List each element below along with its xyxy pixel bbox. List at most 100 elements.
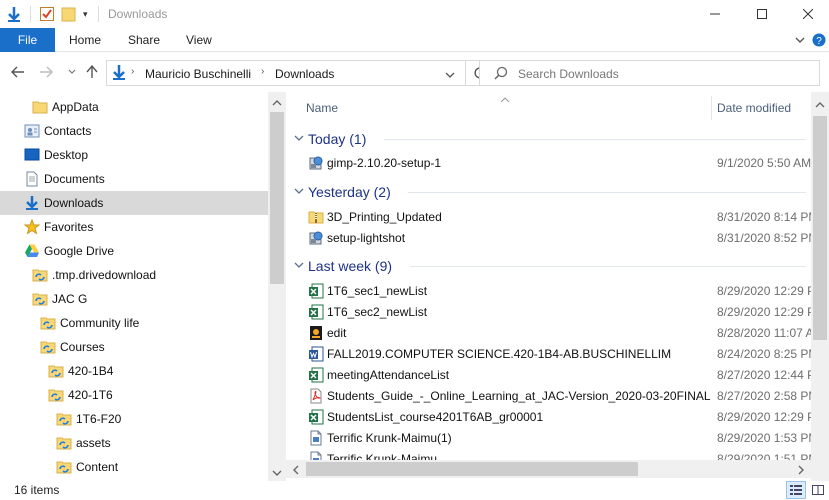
file-date-modified: 8/28/2020 11:07 AM (717, 326, 824, 340)
file-name: gimp-2.10.20-setup-1 (327, 156, 442, 170)
file-row[interactable]: StudentsList_course4201T6AB_gr00001 8/29/… (306, 407, 825, 428)
recent-locations-button[interactable] (62, 62, 82, 82)
file-date-modified: 8/29/2020 12:29 PM (717, 410, 826, 424)
sidebar-item-label: .tmp.drivedownload (52, 268, 157, 282)
file-row[interactable]: 1T6_sec2_newList 8/29/2020 12:29 PM (306, 302, 825, 323)
file-name: meetingAttendanceList (327, 368, 450, 382)
sidebar-item-1t6-f20[interactable]: 1T6-F20 (0, 407, 268, 431)
scroll-left-icon[interactable] (292, 464, 300, 478)
file-date-modified: 8/29/2020 12:29 PM (717, 284, 826, 298)
sidebar-item-label: 420-1B4 (68, 364, 114, 378)
file-list-hscrollbar[interactable] (286, 460, 811, 478)
group-divider (410, 266, 806, 267)
address-bar[interactable]: › Mauricio Buschinelli › Downloads (106, 60, 466, 86)
excel-icon (308, 283, 324, 299)
column-divider[interactable] (711, 96, 712, 120)
column-header-name[interactable]: Name (306, 92, 338, 124)
back-button[interactable] (8, 62, 28, 82)
sidebar-item-google-drive[interactable]: Google Drive (0, 239, 268, 263)
file-date-modified: 8/29/2020 12:29 PM (717, 305, 826, 319)
expand-ribbon-icon[interactable] (795, 28, 805, 52)
file-date-modified: 8/31/2020 8:52 PM (717, 231, 819, 245)
sidebar-item-downloads[interactable]: Downloads (0, 191, 268, 215)
sync-folder-icon (40, 315, 56, 331)
window-title: Downloads (108, 7, 168, 21)
chevron-down-icon[interactable] (294, 186, 308, 198)
sidebar-item-assets[interactable]: assets (0, 431, 268, 455)
navigation-pane: AppData Contacts Desktop Documents Downloads… (0, 92, 286, 481)
breadcrumb-user[interactable]: Mauricio Buschinelli (145, 67, 251, 81)
scroll-up-icon[interactable] (815, 98, 825, 112)
sidebar-item-420-1t6[interactable]: 420-1T6 (0, 383, 268, 407)
file-row[interactable]: gimp-2.10.20-setup-1 9/1/2020 5:50 AM (306, 153, 814, 174)
svg-text:?: ? (816, 36, 822, 47)
sidebar-item-desktop[interactable]: Desktop (0, 143, 268, 167)
sidebar-item-contacts[interactable]: Contacts (0, 119, 268, 143)
sidebar-item-label: JAC G (52, 292, 88, 306)
file-row[interactable]: Terrific Krunk-Maimu(1) 8/29/2020 1:53 PM (306, 428, 818, 449)
sidebar-item-appdata[interactable]: AppData (0, 95, 268, 119)
sync-folder-icon (48, 363, 64, 379)
sidebar-item-favorites[interactable]: Favorites (0, 215, 268, 239)
tab-share[interactable]: Share (128, 28, 160, 52)
scroll-down-icon[interactable] (272, 466, 282, 480)
column-header-date[interactable]: Date modified (717, 92, 791, 124)
details-view-button[interactable] (786, 481, 806, 499)
address-dropdown-icon[interactable] (445, 68, 455, 82)
file-row[interactable]: 3D_Printing_Updated 8/31/2020 8:14 PM (306, 207, 818, 228)
properties-icon[interactable] (39, 5, 55, 23)
folder-icon (32, 99, 48, 115)
quick-access-download-icon[interactable] (6, 5, 22, 23)
sidebar-item-label: 420-1T6 (68, 388, 113, 402)
sidebar-item-420-1b4[interactable]: 420-1B4 (0, 359, 268, 383)
sidebar-item-community-life[interactable]: Community life (0, 311, 268, 335)
minimize-button[interactable] (692, 0, 738, 28)
sidebar-item-content[interactable]: Content (0, 455, 268, 479)
chevron-down-icon[interactable] (294, 260, 308, 272)
chevron-down-icon[interactable] (294, 133, 308, 145)
file-name: Terrific Krunk-Maimu(1) (327, 431, 452, 445)
sidebar-item-courses[interactable]: Courses (0, 335, 268, 359)
group-divider (384, 139, 806, 140)
maximize-button[interactable] (739, 0, 785, 28)
file-list-hscroll-thumb[interactable] (306, 462, 638, 476)
group-header[interactable]: Last week (9) (294, 255, 806, 277)
nav-pane-scrollbar[interactable] (268, 92, 286, 481)
sidebar-item-documents[interactable]: Documents (0, 167, 268, 191)
up-button[interactable] (82, 62, 102, 82)
file-row[interactable]: meetingAttendanceList 8/27/2020 12:44 PM (306, 365, 825, 386)
file-row[interactable]: edit 8/28/2020 11:07 AM (306, 323, 824, 344)
file-row[interactable]: FALL2019.COMPUTER SCIENCE.420-1B4-AB.BUS… (306, 344, 818, 365)
help-icon[interactable]: ? (812, 28, 826, 52)
group-header[interactable]: Yesterday (2) (294, 181, 806, 203)
download-icon (111, 64, 127, 85)
customize-toolbar-icon[interactable]: ▾ (83, 5, 88, 23)
sidebar-item-label: Courses (60, 340, 105, 354)
breadcrumb-downloads[interactable]: Downloads (275, 67, 334, 81)
search-icon (494, 66, 508, 83)
file-row[interactable]: setup-lightshot 8/31/2020 8:52 PM (306, 228, 818, 249)
sidebar-item-tmp-drivedownload[interactable]: .tmp.drivedownload (0, 263, 268, 287)
divider (30, 6, 31, 22)
file-list-scroll-thumb[interactable] (813, 116, 827, 340)
tab-home[interactable]: Home (69, 28, 101, 52)
file-name: 1T6_sec2_newList (327, 305, 428, 319)
file-list-scrollbar[interactable] (811, 92, 829, 481)
sync-folder-icon (56, 435, 72, 451)
new-folder-icon[interactable] (61, 5, 77, 23)
sidebar-item-jac-g[interactable]: JAC G (0, 287, 268, 311)
sidebar-item-label: Desktop (44, 148, 89, 162)
file-date-modified: 8/24/2020 8:25 PM (717, 347, 819, 361)
large-icons-view-button[interactable] (808, 481, 828, 499)
file-row[interactable]: Students_Guide_-_Online_Learning_at_JAC-… (306, 386, 818, 407)
scroll-right-icon[interactable] (797, 464, 805, 478)
scroll-up-icon[interactable] (272, 96, 282, 110)
forward-button[interactable] (36, 62, 56, 82)
search-input[interactable]: Search Downloads (479, 60, 820, 86)
tab-file[interactable]: File (0, 28, 55, 52)
close-button[interactable] (785, 0, 829, 28)
nav-pane-scroll-thumb[interactable] (270, 112, 284, 284)
tab-view[interactable]: View (186, 28, 212, 52)
file-row[interactable]: 1T6_sec1_newList 8/29/2020 12:29 PM (306, 281, 825, 302)
group-header[interactable]: Today (1) (294, 128, 806, 150)
